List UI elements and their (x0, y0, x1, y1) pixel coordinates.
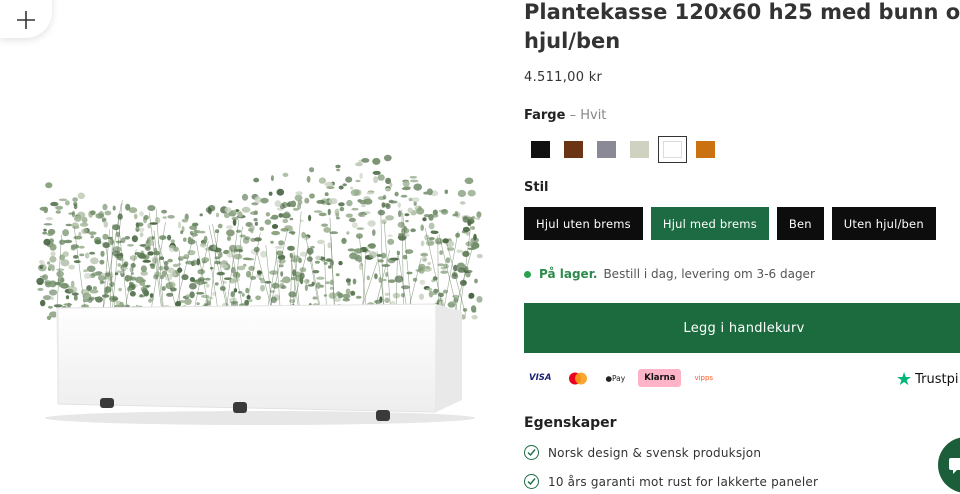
swatch-beige[interactable] (623, 134, 656, 164)
swatch-white[interactable] (656, 134, 689, 164)
feature-item: Norsk design & svensk produksjon (524, 445, 761, 460)
chat-icon (949, 458, 960, 474)
feature-text: Norsk design & svensk produksjon (548, 445, 762, 460)
check-circle-icon (524, 474, 539, 489)
plus-icon (17, 11, 35, 29)
swatch-black[interactable] (524, 134, 557, 164)
vipps-logo: vipps (694, 374, 714, 382)
swatch-beige-chip (630, 140, 649, 158)
add-to-cart-button[interactable]: Legg i handlekurv (524, 303, 960, 353)
product-price: 4.511,00 kr (524, 70, 603, 85)
style-label: Stil (524, 180, 549, 195)
product-image (36, 154, 483, 425)
style-option-legs[interactable]: Ben (776, 207, 824, 240)
style-option-wheels-no-brake[interactable]: Hjul uten brems (524, 207, 643, 240)
applepay-logo: ● Pay (600, 369, 630, 387)
color-label: Farge – Hvit (524, 108, 606, 123)
swatch-brown[interactable] (557, 134, 590, 164)
color-separator: – (569, 108, 577, 123)
delivery-note: Bestill i dag, levering om 3-6 dager (603, 267, 815, 281)
color-label-text: Farge (524, 108, 566, 123)
swatch-orange-chip (696, 140, 715, 158)
swatch-grey[interactable] (590, 134, 623, 164)
product-info: Plantekasse 120x60 h25 med bunn og hjul/… (524, 0, 960, 494)
swatch-grey-chip (597, 140, 616, 158)
payment-methods: VISA ● Pay Klarna vipps (524, 369, 718, 387)
swatch-black-chip (531, 140, 550, 158)
stock-status: På lager. Bestill i dag, levering om 3-6… (524, 267, 815, 281)
mastercard-logo (564, 369, 592, 387)
applepay-text: Pay (612, 373, 626, 383)
check-circle-icon (524, 445, 539, 460)
swatch-brown-chip (564, 140, 583, 158)
color-selected-value: Hvit (580, 108, 607, 123)
mastercard-icon (569, 372, 588, 384)
product-image-area (0, 0, 500, 494)
klarna-logo: Klarna (638, 369, 682, 387)
trustpilot-widget[interactable]: ★ Trustpi (896, 369, 959, 390)
star-icon: ★ (896, 369, 913, 390)
trustpilot-label: Trustpi (915, 372, 959, 387)
style-options: Hjul uten brems Hjul med brems Ben Uten … (524, 207, 936, 240)
style-option-wheels-brake[interactable]: Hjul med brems (650, 207, 769, 240)
feature-item: 10 års garanti mot rust for lakkerte pan… (524, 474, 818, 489)
product-title: Plantekasse 120x60 h25 med bunn og hjul/… (524, 0, 960, 53)
features-title: Egenskaper (524, 415, 617, 431)
swatch-white-chip (658, 135, 687, 163)
visa-logo: VISA (529, 373, 552, 383)
color-swatches (524, 134, 722, 164)
style-option-no-wheels-legs[interactable]: Uten hjul/ben (831, 207, 936, 240)
swatch-orange[interactable] (689, 134, 722, 164)
feature-text: 10 års garanti mot rust for lakkerte pan… (548, 474, 819, 489)
stock-indicator-dot (524, 270, 531, 278)
stock-status-text: På lager. (539, 267, 598, 281)
